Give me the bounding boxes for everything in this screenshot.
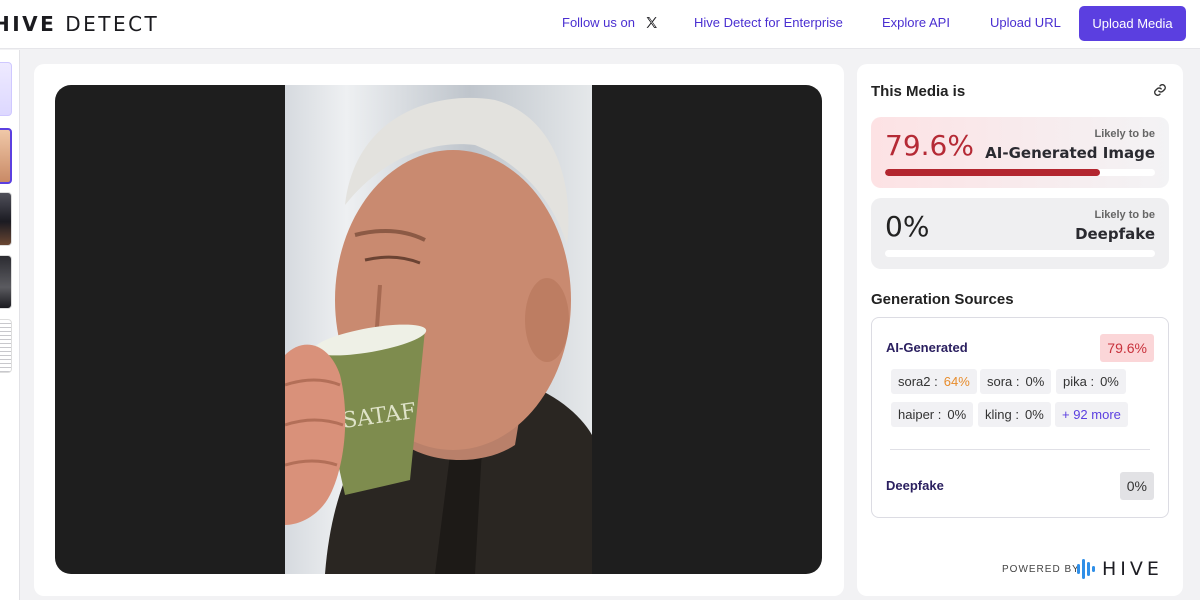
upload-url-link[interactable]: Upload URL — [990, 15, 1061, 30]
more-sources-button[interactable]: + 92 more — [1055, 402, 1128, 427]
deepfake-score-bar — [885, 250, 1155, 257]
ai-score-bar — [885, 169, 1155, 176]
chip-name: haiper : — [898, 407, 942, 422]
ai-generated-score-card: 79.6% Likely to be AI-Generated Image — [871, 117, 1169, 188]
top-header: HIVE DETECT Follow us on Hive Detect for… — [0, 0, 1200, 49]
ai-score: 79.6% — [885, 129, 974, 162]
ai-score-bar-fill — [885, 169, 1100, 176]
chip-value: 0% — [1024, 407, 1044, 422]
media-preview-panel: SATAF — [34, 64, 844, 596]
source-chip-sora2: sora2 : 64% — [891, 369, 977, 394]
follow-us-label: Follow us on — [562, 15, 635, 30]
media-thumbnail[interactable] — [0, 255, 12, 309]
ai-likely-label: Likely to be — [1094, 128, 1155, 140]
logo-prefix: HIVE — [0, 12, 57, 36]
follow-us-link[interactable]: Follow us on — [562, 15, 658, 30]
media-frame: SATAF — [55, 85, 822, 574]
media-thumbnail[interactable] — [0, 62, 12, 116]
sources-divider — [890, 449, 1150, 450]
deepfake-score: 0% — [885, 210, 930, 243]
source-chip-kling: kling : 0% — [978, 402, 1051, 427]
powered-by-label: POWERED BY — [1002, 564, 1080, 575]
deepfake-score-card: 0% Likely to be Deepfake — [871, 198, 1169, 269]
logo-suffix: DETECT — [65, 12, 160, 36]
chip-value: 0% — [1100, 374, 1119, 389]
ai-generated-badge: 79.6% — [1100, 334, 1154, 362]
hive-brand-text: HIVE — [1102, 558, 1163, 580]
media-thumbnail-selected[interactable] — [0, 128, 12, 184]
uploaded-photo: SATAF — [285, 85, 592, 574]
media-thumbnail[interactable] — [0, 319, 12, 373]
explore-api-link[interactable]: Explore API — [882, 15, 950, 30]
chip-value: 0% — [947, 407, 967, 422]
chip-value: 0% — [1025, 374, 1045, 389]
hive-detect-logo[interactable]: HIVE DETECT — [0, 12, 159, 36]
result-title: This Media is — [871, 83, 966, 100]
source-chip-haiper: haiper : 0% — [891, 402, 974, 427]
media-history-rail — [0, 50, 20, 600]
x-logo-icon — [646, 17, 657, 28]
hive-logo-icon — [1077, 559, 1095, 579]
chip-name: sora2 : — [898, 374, 938, 389]
upload-media-button[interactable]: Upload Media — [1079, 6, 1186, 41]
deepfake-verdict: Deepfake — [1075, 225, 1155, 243]
chip-name: pika : — [1063, 374, 1095, 389]
ai-generated-label: AI-Generated — [886, 340, 968, 355]
chip-name: sora : — [987, 374, 1020, 389]
media-thumbnail[interactable] — [0, 192, 12, 246]
chip-name: kling : — [985, 407, 1019, 422]
source-chip-sora: sora : 0% — [980, 369, 1052, 394]
source-chip-pika: pika : 0% — [1056, 369, 1126, 394]
deepfake-likely-label: Likely to be — [1094, 209, 1155, 221]
generation-sources-box: AI-Generated 79.6% sora2 : 64% sora : 0%… — [871, 317, 1169, 518]
detection-result-panel: This Media is 79.6% Likely to be AI-Gene… — [857, 64, 1183, 596]
link-icon[interactable] — [1153, 83, 1167, 97]
enterprise-link[interactable]: Hive Detect for Enterprise — [694, 15, 843, 30]
deepfake-badge: 0% — [1119, 472, 1154, 500]
deepfake-label: Deepfake — [886, 478, 944, 493]
chip-value: 64% — [943, 374, 970, 389]
generation-sources-title: Generation Sources — [871, 291, 1014, 308]
ai-verdict: AI-Generated Image — [985, 144, 1155, 162]
